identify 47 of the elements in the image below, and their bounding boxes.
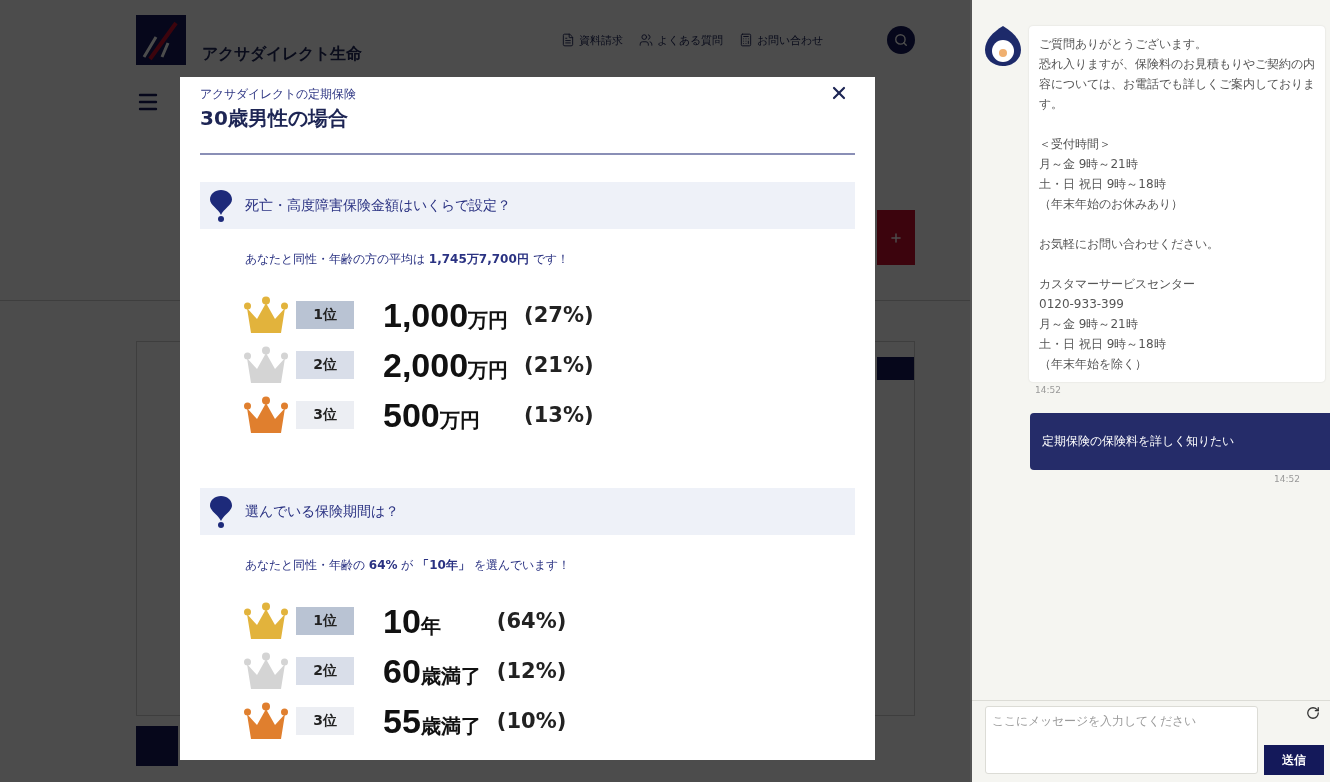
message-input[interactable]: ここにメッセージを入力してください (985, 706, 1258, 774)
summary-text: あなたと同性・年齢の 64% が 「10年」 を選んでいます！ (245, 557, 570, 573)
rank-badge: 3位 (296, 707, 354, 735)
share-value: (10%) (496, 709, 567, 733)
message-text: ＜受付時間＞ (1039, 136, 1112, 153)
rank-badge: 3位 (296, 401, 354, 429)
share-value: (13%) (524, 403, 594, 427)
message-text: 0120-933-399 (1039, 296, 1125, 313)
exclamation-icon (210, 189, 232, 222)
message-text: ご質問ありがとうございます。 (1039, 36, 1208, 53)
modal-subtitle: アクサダイレクトの定期保険 (200, 86, 356, 102)
summary-text: あなたと同性・年齢の方の平均は 1,745万7,700円 です！ (245, 251, 569, 267)
amount-value: 500万円 (383, 395, 481, 435)
exclamation-icon (210, 495, 232, 528)
amount-value: 1,000万円 (383, 295, 509, 335)
refresh-button[interactable] (1306, 706, 1320, 720)
user-message: 定期保険の保険料を詳しく知りたい (1030, 413, 1330, 470)
message-text: 月～金 9時～21時 (1039, 156, 1139, 173)
send-button[interactable]: 送信 (1264, 745, 1324, 775)
rank-badge: 1位 (296, 301, 354, 329)
message-time: 14:52 (1035, 385, 1061, 395)
message-time: 14:52 (1274, 474, 1300, 484)
message-text: （年末年始を除く） (1039, 356, 1148, 373)
avatar-icon (985, 26, 1021, 66)
message-text: （年末年始のお休みあり） (1039, 196, 1184, 213)
rank-badge: 2位 (296, 351, 354, 379)
modal-title: 30歳男性の場合 (200, 105, 348, 132)
question-text: 死亡・高度障害保険金額はいくらで設定？ (245, 196, 511, 215)
amount-value: 60歳満了 (383, 651, 481, 691)
circular-arrow-icon (1306, 706, 1320, 720)
amount-value: 55歳満了 (383, 701, 481, 741)
brand-name: アクサダイレクト生命 (202, 44, 362, 65)
share-value: (27%) (524, 303, 594, 327)
message-text: 月～金 9時～21時 (1039, 316, 1139, 333)
amount-value: 10年 (383, 601, 442, 641)
rank-badge: 2位 (296, 657, 354, 685)
share-value: (64%) (496, 609, 567, 633)
rank-badge: 1位 (296, 607, 354, 635)
message-text: 恐れ入りますが、保険料のお見積もりやご契約の内容については、お電話でも詳しくご案内しております。 (1039, 56, 1315, 113)
share-value: (12%) (496, 659, 567, 683)
message-text: 土・日 祝日 9時～18時 (1039, 336, 1167, 353)
message-text: カスタマーサービスセンター (1039, 276, 1196, 293)
amount-value: 2,000万円 (383, 345, 509, 385)
question-text: 選んでいる保険期間は？ (245, 502, 399, 521)
message-text: 土・日 祝日 9時～18時 (1039, 176, 1167, 193)
message-text: お気軽にお問い合わせください。 (1039, 236, 1220, 253)
share-value: (21%) (524, 353, 594, 377)
